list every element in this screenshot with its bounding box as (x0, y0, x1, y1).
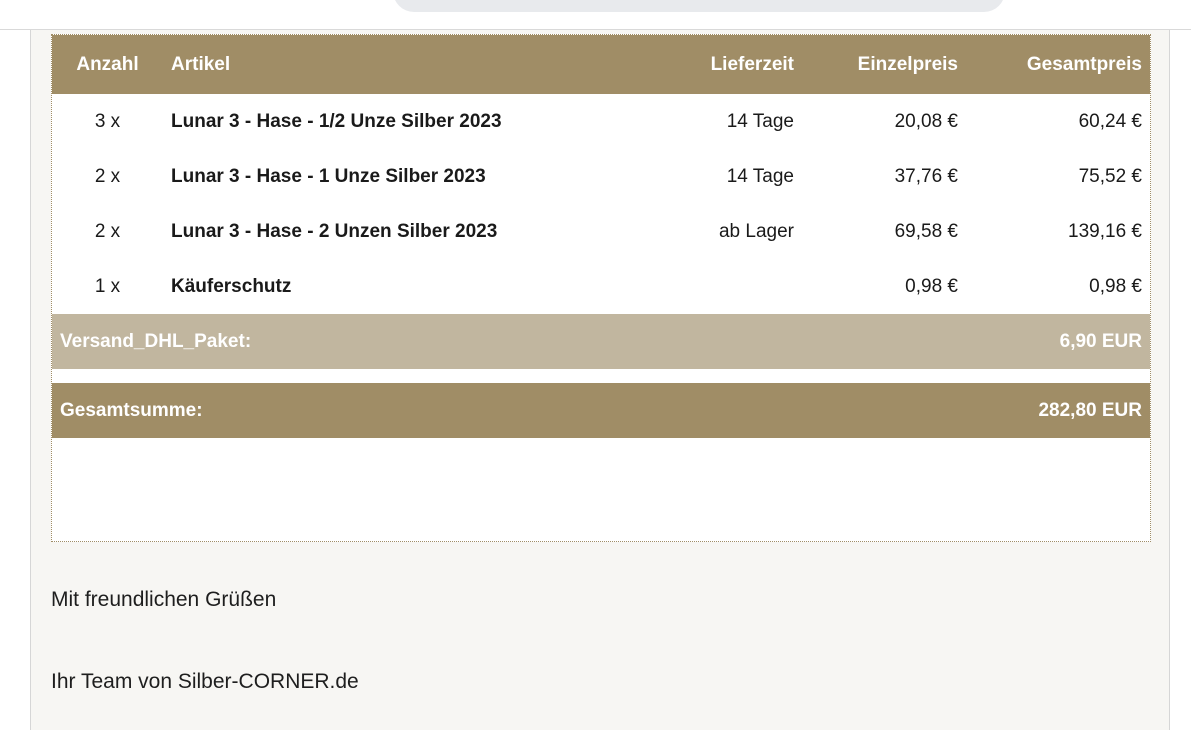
row-quantity: 3 x (94, 110, 121, 132)
header-einzelpreis: Einzelpreis (802, 35, 966, 94)
row-article: Lunar 3 - Hase - 1 Unze Silber 2023 (171, 165, 486, 187)
total-row: Gesamtsumme: 282,80 EUR (52, 383, 1150, 438)
header-gesamtpreis: Gesamtpreis (966, 35, 1150, 94)
table-header-row: Anzahl Artikel Lieferzeit Einzelpreis Ge… (52, 35, 1150, 94)
table-row: 3 x Lunar 3 - Hase - 1/2 Unze Silber 202… (52, 94, 1150, 149)
total-value: 282,80 EUR (802, 383, 1150, 438)
row-unit-price: 20,08 € (894, 110, 958, 132)
header-artikel: Artikel (163, 35, 656, 94)
row-delivery: 14 Tage (726, 110, 794, 132)
search-bar[interactable] (393, 0, 1005, 12)
shipping-row: Versand_DHL_Paket: 6,90 EUR (52, 314, 1150, 369)
row-article: Lunar 3 - Hase - 1/2 Unze Silber 2023 (171, 110, 502, 132)
row-unit-price: 37,76 € (894, 165, 958, 187)
table-row: 1 x Käuferschutz 0,98 € 0,98 € (52, 259, 1150, 314)
signature-line: Ihr Team von Silber-CORNER.de (51, 670, 359, 693)
spacer-row (52, 369, 1150, 383)
row-unit-price: 69,58 € (894, 220, 958, 242)
row-delivery (656, 259, 802, 314)
header-lieferzeit: Lieferzeit (656, 35, 802, 94)
row-quantity: 1 x (94, 275, 121, 297)
row-total-price: 139,16 € (1068, 220, 1142, 242)
row-unit-price: 0,98 € (905, 275, 958, 297)
closing-greeting: Mit freundlichen Grüßen (51, 588, 277, 611)
table-row: 2 x Lunar 3 - Hase - 1 Unze Silber 2023 … (52, 149, 1150, 204)
row-total-price: 75,52 € (1078, 165, 1142, 187)
row-total-price: 60,24 € (1078, 110, 1142, 132)
table-row: 2 x Lunar 3 - Hase - 2 Unzen Silber 2023… (52, 204, 1150, 259)
row-article: Käuferschutz (171, 275, 292, 297)
email-body: Anzahl Artikel Lieferzeit Einzelpreis Ge… (30, 30, 1170, 730)
row-quantity: 2 x (94, 165, 121, 187)
top-bar (0, 0, 1191, 30)
shipping-value: 6,90 EUR (802, 314, 1150, 369)
header-anzahl: Anzahl (52, 35, 163, 94)
row-article: Lunar 3 - Hase - 2 Unzen Silber 2023 (171, 220, 498, 242)
spacer-cell (52, 369, 1150, 383)
total-label: Gesamtsumme: (52, 383, 802, 438)
order-summary-box: Anzahl Artikel Lieferzeit Einzelpreis Ge… (51, 34, 1151, 542)
row-total-price: 0,98 € (1089, 275, 1142, 297)
row-quantity: 2 x (94, 220, 121, 242)
shipping-label: Versand_DHL_Paket: (52, 314, 802, 369)
order-table: Anzahl Artikel Lieferzeit Einzelpreis Ge… (52, 35, 1150, 438)
row-delivery: 14 Tage (726, 165, 794, 187)
row-delivery: ab Lager (718, 220, 794, 242)
